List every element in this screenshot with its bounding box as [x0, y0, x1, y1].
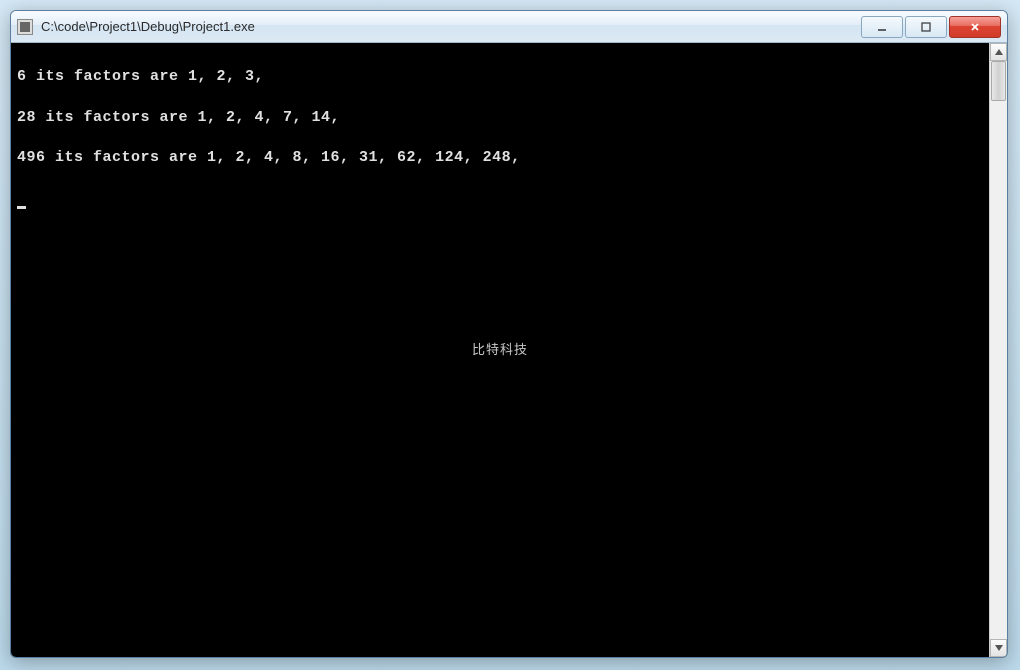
output-line: 496 its factors are 1, 2, 4, 8, 16, 31, … [17, 148, 983, 168]
console-area: 6 its factors are 1, 2, 3, 28 its factor… [11, 43, 1007, 657]
scroll-up-button[interactable] [990, 43, 1007, 61]
console-window: C:\code\Project1\Debug\Project1.exe 6 it… [10, 10, 1008, 658]
output-line: 28 its factors are 1, 2, 4, 7, 14, [17, 108, 983, 128]
minimize-button[interactable] [861, 16, 903, 38]
titlebar[interactable]: C:\code\Project1\Debug\Project1.exe [11, 11, 1007, 43]
cursor [17, 206, 26, 209]
scroll-track[interactable] [990, 61, 1007, 639]
close-button[interactable] [949, 16, 1001, 38]
scroll-thumb[interactable] [991, 61, 1006, 101]
console-output[interactable]: 6 its factors are 1, 2, 3, 28 its factor… [11, 43, 989, 657]
app-icon [17, 19, 33, 35]
window-title: C:\code\Project1\Debug\Project1.exe [41, 19, 859, 34]
vertical-scrollbar[interactable] [989, 43, 1007, 657]
watermark-text: 比特科技 [472, 341, 528, 359]
output-line: 6 its factors are 1, 2, 3, [17, 67, 983, 87]
scroll-down-button[interactable] [990, 639, 1007, 657]
window-controls [859, 16, 1001, 38]
maximize-button[interactable] [905, 16, 947, 38]
